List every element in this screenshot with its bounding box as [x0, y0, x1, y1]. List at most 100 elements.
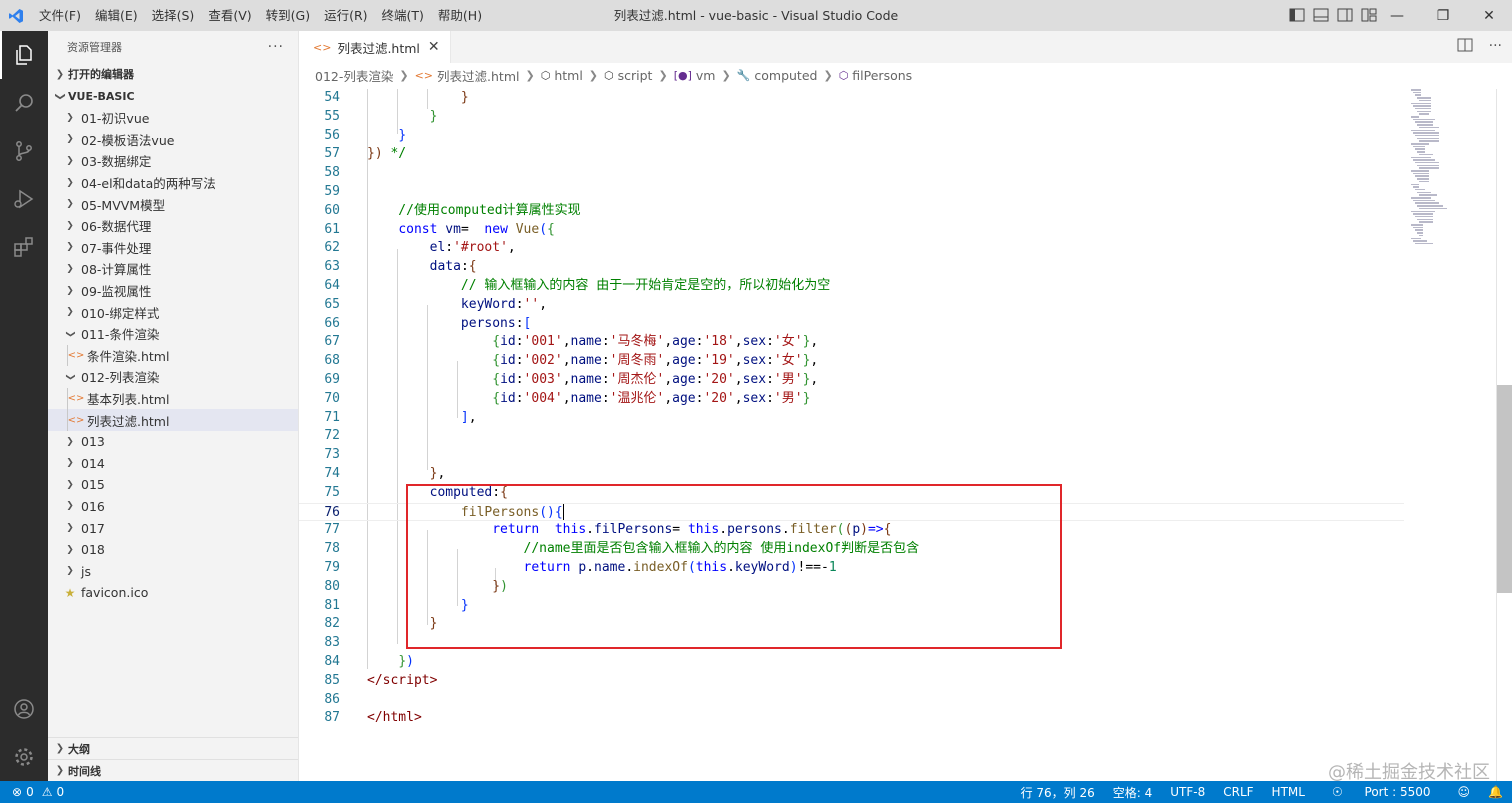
code-line[interactable]: 78 //name里面是否包含输入框输入的内容 使用indexOf判断是否包含 [299, 540, 1404, 559]
menu-help[interactable]: 帮助(H) [431, 0, 489, 31]
code-line[interactable]: 67 {id:'001',name:'马冬梅',age:'18',sex:'女'… [299, 333, 1404, 352]
code-line[interactable]: 77 return this.filPersons= this.persons.… [299, 521, 1404, 540]
breadcrumb-html[interactable]: ⬡ html [541, 68, 583, 83]
tree-item[interactable]: ❯ 01-初识vue [48, 107, 298, 129]
split-editor-icon[interactable] [1457, 38, 1473, 56]
code-line[interactable]: 71 ], [299, 409, 1404, 428]
menu-edit[interactable]: 编辑(E) [88, 0, 145, 31]
code-line[interactable]: 69 {id:'003',name:'周杰伦',age:'20',sex:'男'… [299, 371, 1404, 390]
toggle-sidebar-icon[interactable] [1288, 6, 1306, 24]
tree-item[interactable]: <> 列表过滤.html [48, 409, 298, 431]
code-line[interactable]: 87 </html> [299, 709, 1404, 728]
tab-active-file[interactable]: <> 列表过滤.html ✕ [299, 31, 451, 63]
close-window-icon[interactable]: ✕ [1466, 0, 1512, 31]
code-line[interactable]: 84 }) [299, 653, 1404, 672]
outline-section[interactable]: ❯ 大纲 [48, 737, 298, 759]
tree-item[interactable]: ❯ 08-计算属性 [48, 258, 298, 280]
workspace-root-section[interactable]: ❯ VUE-BASIC [48, 85, 298, 107]
code-line[interactable]: 79 return p.name.indexOf(this.keyWord)!=… [299, 559, 1404, 578]
code-line[interactable]: 63 data:{ [299, 258, 1404, 277]
code-line[interactable]: 68 {id:'002',name:'周冬雨',age:'19',sex:'女'… [299, 352, 1404, 371]
code-line[interactable]: 74 }, [299, 465, 1404, 484]
code-line[interactable]: 85 </script> [299, 672, 1404, 691]
tree-item[interactable]: ❯ 06-数据代理 [48, 215, 298, 237]
breadcrumb-filpersons[interactable]: ⬡ filPersons [839, 68, 912, 83]
settings-gear-icon[interactable] [0, 733, 48, 781]
extensions-icon[interactable] [0, 223, 48, 271]
code-line[interactable]: 73 [299, 446, 1404, 465]
menu-selection[interactable]: 选择(S) [145, 0, 202, 31]
language-mode[interactable]: HTML [1263, 785, 1314, 799]
breadcrumb-computed[interactable]: 🔧 computed [737, 68, 818, 83]
restore-icon[interactable]: ❐ [1420, 0, 1466, 31]
menu-view[interactable]: 查看(V) [201, 0, 258, 31]
notifications-bell-icon[interactable]: 🔔 [1479, 785, 1512, 799]
tree-item[interactable]: ❯ 09-监视属性 [48, 280, 298, 302]
encoding[interactable]: UTF-8 [1161, 785, 1214, 799]
tree-item[interactable]: ❯ js [48, 560, 298, 582]
tree-item[interactable]: ❯ 012-列表渲染 [48, 366, 298, 388]
code-line[interactable]: 55 } [299, 108, 1404, 127]
close-tab-icon[interactable]: ✕ [428, 39, 440, 55]
code-line[interactable]: 80 }) [299, 578, 1404, 597]
feedback-icon[interactable]: ☺ [1449, 785, 1480, 799]
code-line[interactable]: 76 filPersons(){ [299, 502, 1404, 522]
tree-item[interactable]: ❯ 03-数据绑定 [48, 150, 298, 172]
more-editor-actions-icon[interactable]: ··· [1489, 38, 1502, 56]
code-line[interactable]: 54 } [299, 89, 1404, 108]
tree-item[interactable]: ❯ 011-条件渲染 [48, 323, 298, 345]
breadcrumb-vm[interactable]: [●] vm [674, 68, 716, 83]
live-server-port[interactable]: ☉ Port : 5500 [1314, 785, 1449, 799]
tree-item[interactable]: ❯ 017 [48, 517, 298, 539]
tree-item[interactable]: ❯ 05-MVVM模型 [48, 193, 298, 215]
code-line[interactable]: 86 [299, 691, 1404, 710]
tree-item[interactable]: ❯ 010-绑定样式 [48, 301, 298, 323]
tree-item[interactable]: <> 条件渲染.html [48, 344, 298, 367]
indentation[interactable]: 空格: 4 [1104, 784, 1162, 801]
menu-file[interactable]: 文件(F) [32, 0, 88, 31]
accounts-icon[interactable] [0, 685, 48, 733]
code-line[interactable]: 72 [299, 427, 1404, 446]
breadcrumb-script[interactable]: ⬡ script [604, 68, 652, 83]
problems-indicator[interactable]: ⊗ 0 ⚠ 0 [0, 785, 64, 799]
tree-item[interactable]: ❯ 013 [48, 431, 298, 453]
menu-run[interactable]: 运行(R) [317, 0, 374, 31]
vertical-scrollbar[interactable] [1497, 385, 1512, 593]
open-editors-section[interactable]: ❯ 打开的编辑器 [48, 63, 298, 85]
tree-item[interactable]: <> 基本列表.html [48, 387, 298, 410]
tree-item[interactable]: ❯ 015 [48, 474, 298, 496]
menu-terminal[interactable]: 终端(T) [375, 0, 431, 31]
end-of-line[interactable]: CRLF [1214, 785, 1262, 799]
tree-item[interactable]: ❯ 016 [48, 496, 298, 518]
toggle-panel-icon[interactable] [1312, 6, 1330, 24]
code-line[interactable]: 56 } [299, 127, 1404, 146]
more-actions-icon[interactable]: ··· [268, 39, 284, 55]
timeline-section[interactable]: ❯ 时间线 [48, 759, 298, 781]
minimize-icon[interactable]: — [1374, 0, 1420, 31]
tree-item[interactable]: ★ favicon.ico [48, 582, 298, 604]
code-line[interactable]: 60 //使用computed计算属性实现 [299, 202, 1404, 221]
code-line[interactable]: 59 [299, 183, 1404, 202]
explorer-icon[interactable] [0, 31, 48, 79]
run-debug-icon[interactable] [0, 175, 48, 223]
tree-item[interactable]: ❯ 014 [48, 453, 298, 475]
code-line[interactable]: 65 keyWord:'', [299, 296, 1404, 315]
breadcrumb-file[interactable]: <> 列表过滤.html [415, 66, 520, 85]
tree-item[interactable]: ❯ 02-模板语法vue [48, 129, 298, 151]
breadcrumb-folder[interactable]: 012-列表渲染 [315, 66, 393, 85]
source-control-icon[interactable] [0, 127, 48, 175]
tree-item[interactable]: ❯ 07-事件处理 [48, 237, 298, 259]
toggle-secondary-sidebar-icon[interactable] [1336, 6, 1354, 24]
code-line[interactable]: 62 el:'#root', [299, 239, 1404, 258]
code-line[interactable]: 83 [299, 634, 1404, 653]
minimap[interactable] [1405, 89, 1497, 249]
code-line[interactable]: 70 {id:'004',name:'温兆伦',age:'20',sex:'男'… [299, 390, 1404, 409]
code-editor[interactable]: 54 } 55 } 56 } 57}) */58 59 60 //使用computed计算… [299, 89, 1404, 781]
code-line[interactable]: 82 } [299, 615, 1404, 634]
menu-go[interactable]: 转到(G) [259, 0, 317, 31]
code-line[interactable]: 58 [299, 164, 1404, 183]
tree-item[interactable]: ❯ 018 [48, 539, 298, 561]
code-line[interactable]: 57}) */ [299, 145, 1404, 164]
code-line[interactable]: 75 computed:{ [299, 484, 1404, 503]
tree-item[interactable]: ❯ 04-el和data的两种写法 [48, 172, 298, 194]
